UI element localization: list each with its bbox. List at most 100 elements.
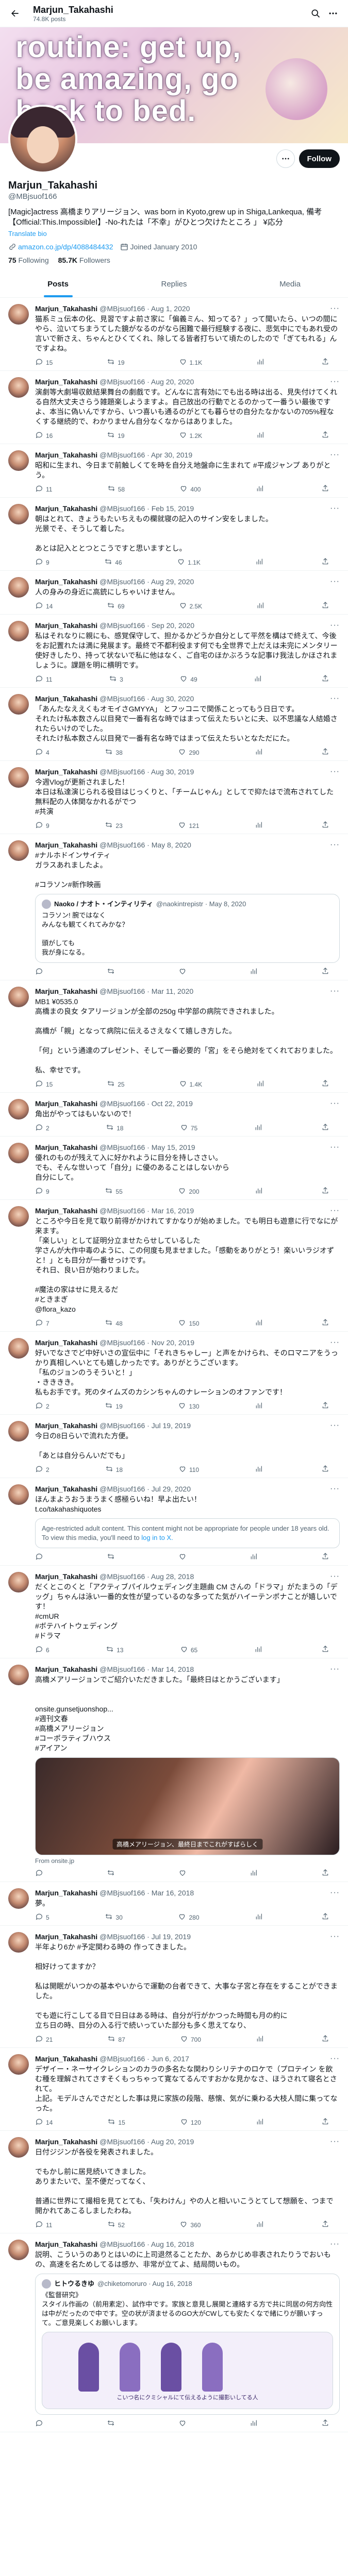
tweet-media-image[interactable]: 高橋メアリージョン、最終日までこれがすばらしく <box>35 1757 340 1855</box>
reply-button[interactable]: 5 <box>35 1912 49 1922</box>
reply-button[interactable] <box>35 967 46 977</box>
tweet-more-icon[interactable]: ··· <box>330 2137 340 2146</box>
share-button[interactable] <box>321 1869 329 1878</box>
like-button[interactable]: 1.4K <box>179 1079 202 1089</box>
avatar[interactable] <box>8 1206 29 1227</box>
views-button[interactable] <box>255 1465 266 1475</box>
like-button[interactable]: 49 <box>179 674 197 684</box>
retweet-button[interactable]: 19 <box>107 431 125 440</box>
reply-button[interactable]: 2 <box>35 1123 49 1133</box>
share-button[interactable] <box>321 1123 329 1133</box>
views-button[interactable] <box>256 431 267 440</box>
retweet-button[interactable]: 18 <box>106 1123 123 1133</box>
tweet-author-name[interactable]: Marjun_Takahashi <box>35 1143 97 1152</box>
tweet-more-icon[interactable]: ··· <box>330 694 340 703</box>
tab-media[interactable]: Media <box>232 270 348 297</box>
avatar[interactable] <box>8 1099 29 1120</box>
share-button[interactable] <box>321 1318 329 1328</box>
media-source[interactable]: From onsite.jp <box>35 1857 340 1865</box>
tweet[interactable]: Marjun_Takahashi @MBjsuof166 · Aug 30, 20… <box>0 688 348 761</box>
tweet[interactable]: Marjun_Takahashi @MBjsuof166 · Oct 22, 20… <box>0 1093 348 1137</box>
like-button[interactable] <box>178 2419 189 2429</box>
share-button[interactable] <box>321 1465 329 1475</box>
tweet-author-name[interactable]: Marjun_Takahashi <box>35 304 97 313</box>
tweet[interactable]: Marjun_Takahashi @MBjsuof166 · Jul 19, 20… <box>0 1926 348 2048</box>
avatar[interactable] <box>8 767 29 788</box>
like-button[interactable]: 1.1K <box>177 557 201 567</box>
retweet-button[interactable] <box>107 2419 118 2429</box>
reply-button[interactable]: 14 <box>35 2117 53 2127</box>
tweet[interactable]: Marjun_Takahashi @MBjsuof166 · Aug 29, 20… <box>0 571 348 615</box>
views-button[interactable] <box>256 358 267 367</box>
tweet[interactable]: Marjun_Takahashi @MBjsuof166 · Nov 20, 20… <box>0 1332 348 1415</box>
tweet-more-icon[interactable]: ··· <box>330 1421 340 1430</box>
tweet-more-icon[interactable]: ··· <box>330 1665 340 1674</box>
tweet-author-name[interactable]: Marjun_Takahashi <box>35 504 97 513</box>
tweet[interactable]: Marjun_Takahashi @MBjsuof166 · Jun 6, 201… <box>0 2048 348 2131</box>
retweet-button[interactable]: 69 <box>107 601 125 611</box>
retweet-button[interactable]: 23 <box>105 821 123 831</box>
tweet-author-name[interactable]: Marjun_Takahashi <box>35 1932 97 1941</box>
like-button[interactable]: 130 <box>178 1401 200 1411</box>
views-button[interactable] <box>254 1123 265 1133</box>
reply-button[interactable]: 2 <box>35 1465 49 1475</box>
profile-link[interactable]: amazon.co.jp/dp/4088484432 <box>8 243 113 251</box>
tweet-author-name[interactable]: Marjun_Takahashi <box>35 1572 97 1581</box>
reply-button[interactable]: 9 <box>35 1187 49 1196</box>
tweet[interactable]: Marjun_Takahashi @MBjsuof166 · Aug 1, 202… <box>0 298 348 371</box>
reply-button[interactable]: 6 <box>35 1645 49 1655</box>
tweet-more-icon[interactable]: ··· <box>330 450 340 460</box>
tweet-more-icon[interactable]: ··· <box>330 504 340 513</box>
tweet-more-icon[interactable]: ··· <box>330 1099 340 1108</box>
retweet-button[interactable]: 30 <box>105 1912 123 1922</box>
like-button[interactable]: 280 <box>178 1912 200 1922</box>
like-button[interactable]: 700 <box>180 2035 201 2044</box>
share-button[interactable] <box>321 674 329 684</box>
retweet-button[interactable]: 48 <box>105 1318 123 1328</box>
avatar[interactable] <box>8 1338 29 1359</box>
share-button[interactable] <box>321 1645 329 1655</box>
like-button[interactable]: 1.1K <box>179 358 202 367</box>
share-button[interactable] <box>321 431 329 440</box>
retweet-button[interactable]: 19 <box>105 1401 123 1411</box>
avatar[interactable] <box>8 377 29 398</box>
avatar[interactable] <box>8 1665 29 1685</box>
reply-button[interactable] <box>35 2419 46 2429</box>
tweet-more-icon[interactable]: ··· <box>330 767 340 776</box>
tweet-more-icon[interactable]: ··· <box>330 621 340 630</box>
like-button[interactable]: 360 <box>179 2220 201 2230</box>
views-button[interactable] <box>256 2117 267 2127</box>
retweet-button[interactable]: 58 <box>107 484 125 494</box>
views-button[interactable] <box>255 1912 266 1922</box>
tweet[interactable]: Marjun_Takahashi @MBjsuof166 · May 8, 202… <box>0 834 348 980</box>
reply-button[interactable]: 11 <box>35 674 52 684</box>
avatar[interactable] <box>8 450 29 471</box>
reply-button[interactable]: 11 <box>35 2220 52 2230</box>
tweet-more-icon[interactable]: ··· <box>330 2240 340 2249</box>
tweet[interactable]: Marjun_Takahashi @MBjsuof166 · Aug 16, 20… <box>0 2233 348 2432</box>
share-button[interactable] <box>321 2419 329 2429</box>
tweet[interactable]: Marjun_Takahashi @MBjsuof166 · Jul 29, 20… <box>0 1478 348 1566</box>
share-button[interactable] <box>321 557 329 567</box>
share-button[interactable] <box>321 821 329 831</box>
reply-button[interactable]: 11 <box>35 484 52 494</box>
avatar[interactable] <box>8 577 29 598</box>
tweet-author-name[interactable]: Marjun_Takahashi <box>35 1421 97 1430</box>
tweet-author-name[interactable]: Marjun_Takahashi <box>35 577 97 586</box>
views-button[interactable] <box>256 601 267 611</box>
avatar[interactable] <box>8 1572 29 1592</box>
avatar[interactable] <box>8 621 29 641</box>
like-button[interactable]: 2.5K <box>179 601 202 611</box>
reply-button[interactable]: 4 <box>35 748 49 757</box>
avatar[interactable] <box>8 1888 29 1909</box>
following-stat[interactable]: 75 Following <box>8 256 49 264</box>
share-button[interactable] <box>321 1187 329 1196</box>
tweet-author-name[interactable]: Marjun_Takahashi <box>35 1338 97 1347</box>
share-button[interactable] <box>321 1912 329 1922</box>
tweet-author-name[interactable]: Marjun_Takahashi <box>35 767 97 776</box>
tweet[interactable]: Marjun_Takahashi @MBjsuof166 · Mar 11, 20… <box>0 980 348 1093</box>
tweet-more-icon[interactable]: ··· <box>330 840 340 850</box>
tweet-more-icon[interactable]: ··· <box>330 377 340 386</box>
tweet[interactable]: Marjun_Takahashi @MBjsuof166 · Mar 14, 20… <box>0 1658 348 1882</box>
tweet-more-icon[interactable]: ··· <box>330 1572 340 1581</box>
